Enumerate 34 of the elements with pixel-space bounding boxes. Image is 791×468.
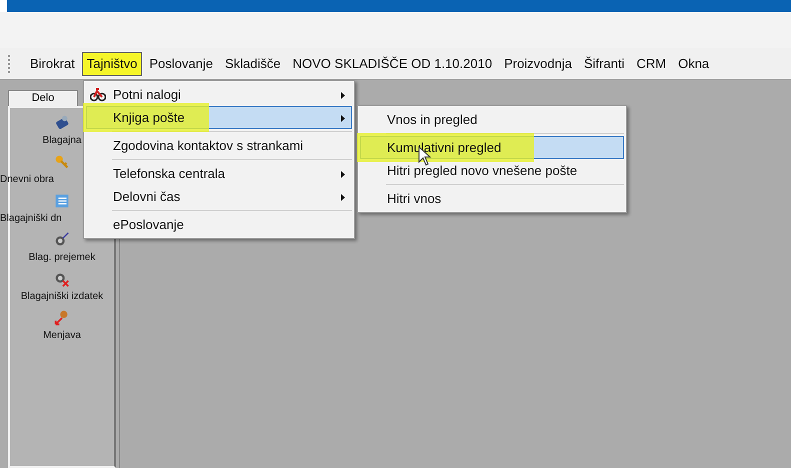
panel-item-label[interactable]: Blagajna [42, 134, 82, 147]
panel-item-label[interactable]: Menjava [43, 329, 81, 342]
submenu-arrow-icon [341, 171, 345, 178]
menu-bar-item[interactable]: Birokrat [25, 52, 80, 76]
submenu-arrow-icon [341, 194, 345, 201]
menu-bar-item[interactable]: Okna [673, 52, 714, 76]
panel-item-label[interactable]: Dnevni obra [0, 173, 54, 186]
menu-item[interactable]: Kumulativni pregled [360, 136, 624, 159]
menu-bar-item[interactable]: CRM [631, 52, 672, 76]
menu-bar-item[interactable]: Skladišče [220, 52, 286, 76]
menu-item[interactable]: Zgodovina kontaktov s strankami [86, 134, 352, 157]
panel-item-label[interactable]: Blag. prejemek [28, 251, 96, 264]
panel-tab[interactable]: Delo [8, 90, 78, 106]
submenu-arrow-icon [341, 92, 345, 99]
menu-item[interactable]: Hitri vnos [360, 187, 624, 210]
grip-icon [8, 54, 11, 72]
menu-bar-item[interactable]: NOVO SKLADIŠČE OD 1.10.2010 [288, 52, 498, 76]
bicycle-icon [90, 87, 106, 102]
panel-item-label[interactable]: Blagajniški izdatek [20, 290, 104, 303]
menu-item[interactable]: ePoslovanje [86, 213, 352, 236]
menu-item[interactable]: Hitri pregled novo vnešene pošte [360, 159, 624, 182]
menu-item[interactable]: Knjiga pošte [86, 106, 352, 129]
menu-item[interactable]: Vnos in pregled [360, 108, 624, 131]
menu-bar-item[interactable]: Šifranti [579, 52, 630, 76]
menu-bar-item[interactable]: Tajništvo [82, 52, 142, 76]
menu-bar-item[interactable]: Poslovanje [144, 52, 218, 76]
menu-item[interactable]: Telefonska centrala [86, 162, 352, 185]
submenu-arrow-icon [341, 115, 345, 122]
panel-item-label[interactable]: Blagajniški dn [0, 212, 62, 225]
list-icon[interactable] [53, 192, 71, 210]
cash-register-icon[interactable] [53, 114, 71, 132]
menu-item[interactable]: Delovni čas [86, 185, 352, 208]
menu-bar-item[interactable]: Proizvodnja [499, 52, 577, 76]
menu-item[interactable]: Potni nalogi [86, 83, 352, 106]
